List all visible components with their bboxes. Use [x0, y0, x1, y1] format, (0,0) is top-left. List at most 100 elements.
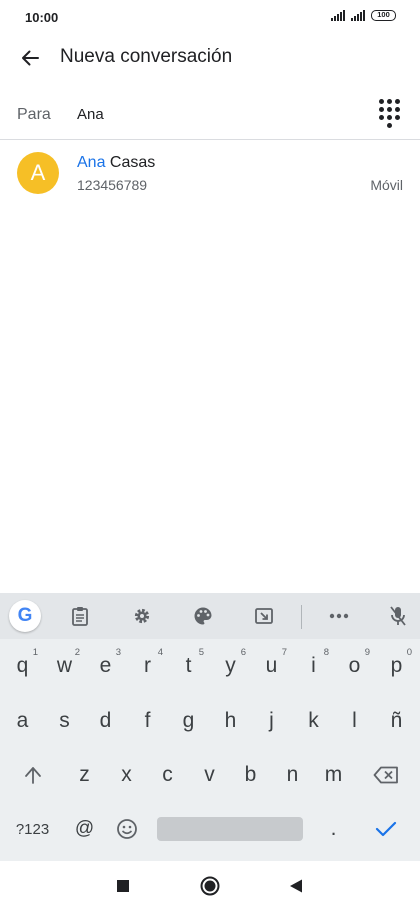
period-key[interactable]: .	[313, 803, 354, 855]
status-time: 10:00	[25, 10, 59, 25]
contact-suggestion[interactable]: A Ana Casas 123456789 Móvil	[0, 142, 420, 206]
avatar: A	[17, 152, 59, 194]
to-label: Para	[17, 106, 51, 123]
key-n[interactable]: n	[272, 749, 313, 801]
key-p[interactable]: p0	[376, 640, 417, 692]
key-z[interactable]: z	[64, 749, 105, 801]
shift-key[interactable]	[12, 749, 53, 801]
key-label: t	[185, 654, 192, 677]
key-hint: 6	[240, 647, 246, 658]
key-label: e	[99, 654, 112, 677]
contact-name: Ana Casas	[77, 154, 155, 172]
key-f[interactable]: f	[127, 695, 168, 747]
circle-home-icon	[200, 876, 220, 896]
more-button[interactable]	[323, 601, 355, 631]
key-hint: 0	[406, 647, 412, 658]
signal-icon	[351, 10, 365, 21]
key-label: o	[348, 654, 361, 677]
square-recents-icon	[117, 880, 129, 892]
key-c[interactable]: c	[147, 749, 188, 801]
key-hint: 4	[157, 647, 163, 658]
key-r[interactable]: r4	[127, 640, 168, 692]
key-label: w	[56, 654, 73, 677]
key-a[interactable]: a	[2, 695, 43, 747]
key-e[interactable]: e3	[85, 640, 126, 692]
key-label: i	[311, 654, 316, 677]
dialpad-icon	[378, 98, 384, 104]
home-button[interactable]	[197, 873, 223, 899]
settings-gear-icon	[134, 608, 150, 624]
system-nav-bar	[0, 861, 420, 910]
app-bar: Nueva conversación	[0, 36, 420, 80]
toolbar-divider	[301, 605, 302, 629]
enter-key[interactable]	[365, 803, 406, 855]
backspace-key[interactable]	[365, 749, 406, 801]
key-label: r	[144, 654, 151, 677]
key-t[interactable]: t5	[168, 640, 209, 692]
at-key[interactable]: @	[64, 803, 105, 855]
arrow-back-icon	[22, 50, 39, 66]
key-hint: 5	[198, 647, 204, 658]
key-k[interactable]: k	[293, 695, 334, 747]
key-m[interactable]: m	[313, 749, 354, 801]
contact-phone-type: Móvil	[370, 177, 403, 193]
keyboard-toolbar: G	[0, 593, 420, 639]
more-icon	[329, 613, 349, 619]
checkmark-icon	[375, 821, 396, 837]
key-u[interactable]: u7	[251, 640, 292, 692]
key-q[interactable]: q1	[2, 640, 43, 692]
key-g[interactable]: g	[168, 695, 209, 747]
key-y[interactable]: y6	[210, 640, 251, 692]
clipboard-button[interactable]	[64, 601, 96, 631]
clipboard-icon	[72, 607, 88, 626]
key-d[interactable]: d	[85, 695, 126, 747]
shift-arrow-icon	[24, 767, 41, 784]
key-x[interactable]: x	[106, 749, 147, 801]
google-icon: G	[17, 605, 33, 626]
status-bar: 10:00 100	[0, 0, 420, 36]
key-h[interactable]: h	[210, 695, 251, 747]
key-i[interactable]: i8	[293, 640, 334, 692]
key-l[interactable]: l	[334, 695, 375, 747]
resize-keyboard-button[interactable]	[248, 601, 280, 631]
key-label: y	[225, 654, 236, 677]
signal-icon	[331, 10, 345, 21]
key-v[interactable]: v	[189, 749, 230, 801]
key-hint: 7	[281, 647, 287, 658]
nav-back-button[interactable]	[283, 873, 309, 899]
backspace-icon	[373, 766, 398, 784]
contact-name-rest: Casas	[105, 154, 156, 171]
spacebar[interactable]	[157, 817, 303, 841]
key-s[interactable]: s	[44, 695, 85, 747]
recipient-input[interactable]	[77, 106, 327, 123]
symbols-key[interactable]: ?123	[12, 803, 53, 855]
key-hint: 1	[32, 647, 38, 658]
key-hint: 3	[115, 647, 121, 658]
voice-input-button[interactable]	[382, 601, 414, 631]
dialpad-button[interactable]	[378, 98, 400, 128]
key-b[interactable]: b	[230, 749, 271, 801]
battery-icon: 100	[371, 10, 396, 21]
recipient-row: Para	[0, 92, 420, 140]
key-hint: 8	[323, 647, 329, 658]
recents-button[interactable]	[110, 873, 136, 899]
key-j[interactable]: j	[251, 695, 292, 747]
theme-button[interactable]	[187, 601, 219, 631]
keyboard: G q 1 w 2 e 3 r 4 t 5 y 6 u 7 i 8 o 9 p …	[0, 593, 420, 861]
status-icons: 100	[331, 10, 396, 21]
triangle-back-icon	[290, 879, 302, 893]
emoji-key[interactable]	[106, 803, 147, 855]
google-button[interactable]: G	[9, 600, 41, 632]
key-n-tilde[interactable]: ñ	[376, 695, 417, 747]
back-button[interactable]	[16, 44, 44, 72]
key-label: q	[16, 654, 29, 677]
settings-button[interactable]	[126, 601, 158, 631]
key-hint: 9	[364, 647, 370, 658]
resize-keyboard-icon	[255, 608, 273, 624]
key-o[interactable]: o9	[334, 640, 375, 692]
emoji-icon	[116, 819, 137, 839]
contact-name-match: Ana	[77, 154, 106, 171]
key-hint: 2	[74, 647, 80, 658]
key-w[interactable]: w2	[44, 640, 85, 692]
mic-off-icon	[390, 606, 406, 626]
